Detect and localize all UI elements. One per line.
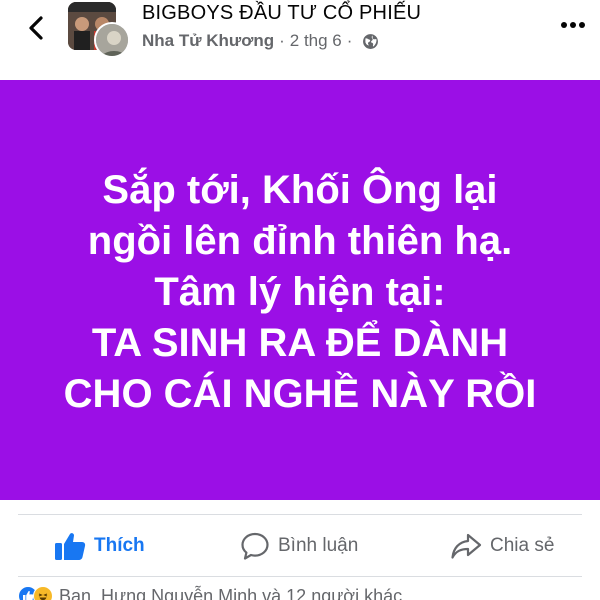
comment-icon (240, 531, 270, 561)
back-button[interactable] (18, 10, 54, 46)
post-meta: Nha Tử Khương · 2 thg 6 · (142, 31, 379, 51)
divider (18, 576, 582, 577)
reactions-summary[interactable]: Bạn, Hưng Nguyễn Minh và 12 người khác (18, 584, 402, 600)
author-name[interactable]: Nha Tử Khương (142, 31, 274, 51)
thumbs-up-icon (54, 531, 86, 561)
share-icon (450, 532, 482, 560)
group-name[interactable]: BIGBOYS ĐẦU TƯ CỔ PHIẾU (142, 2, 421, 25)
share-label: Chia sẻ (490, 535, 555, 556)
author-avatar[interactable] (94, 22, 130, 58)
globe-icon (363, 33, 379, 49)
divider (18, 514, 582, 515)
comment-button[interactable]: Bình luận (240, 528, 358, 564)
chevron-left-icon (29, 16, 43, 40)
post-date[interactable]: 2 thg 6 (290, 31, 342, 51)
haha-reaction-icon (33, 586, 53, 600)
reaction-icons (18, 586, 53, 600)
post-line: ngồi lên đỉnh thiên hạ. (87, 218, 513, 263)
post-text: Sắp tới, Khối Ông lại ngồi lên đỉnh thiê… (64, 161, 537, 420)
more-options-button[interactable] (556, 10, 590, 40)
comment-label: Bình luận (278, 535, 359, 556)
post-line: Tâm lý hiện tại: (154, 269, 446, 314)
more-horizontal-icon (561, 22, 585, 28)
post-line: Sắp tới, Khối Ông lại (102, 167, 498, 212)
like-label: Thích (94, 535, 145, 556)
post-line: TA SINH RA ĐỂ DÀNH (91, 320, 509, 365)
reactions-summary-text: Bạn, Hưng Nguyễn Minh và 12 người khác (59, 585, 403, 600)
share-button[interactable]: Chia sẻ (450, 528, 554, 564)
post-action-bar: Thích Bình luận Chia sẻ (0, 500, 600, 580)
post-header: BIGBOYS ĐẦU TƯ CỔ PHIẾU Nha Tử Khương · … (0, 0, 600, 72)
post-text-card[interactable]: Sắp tới, Khối Ông lại ngồi lên đỉnh thiê… (0, 80, 600, 500)
meta-separator-2: · (346, 31, 353, 50)
post-line: CHO CÁI NGHỀ NÀY RỒI (63, 371, 537, 416)
meta-separator: · (279, 31, 285, 50)
like-button[interactable]: Thích (54, 528, 145, 564)
group-avatar[interactable] (68, 2, 136, 58)
